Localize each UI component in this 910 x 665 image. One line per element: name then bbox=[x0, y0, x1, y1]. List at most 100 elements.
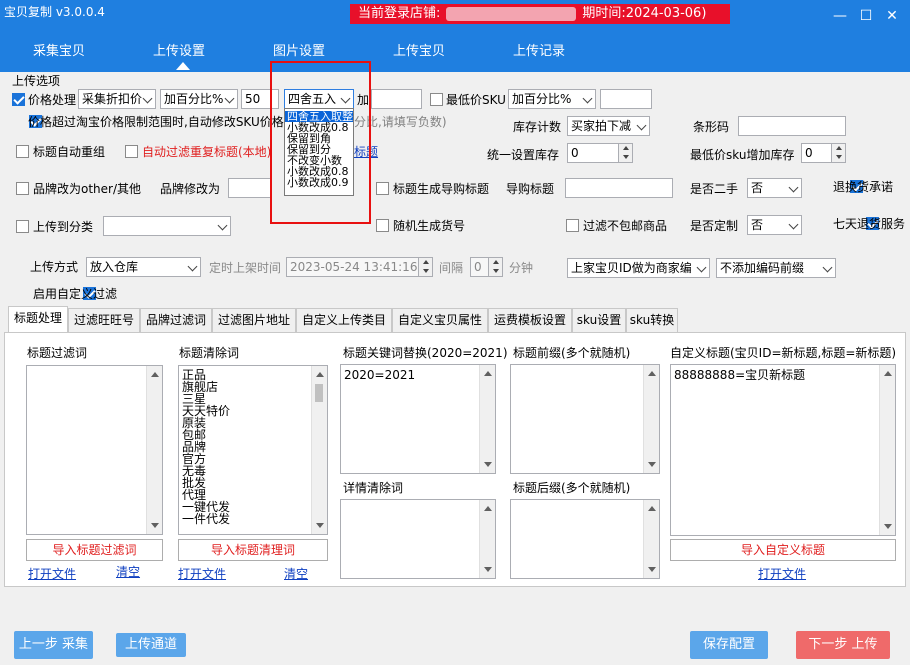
nav-tab-upload-settings[interactable]: 上传设置 bbox=[134, 40, 224, 64]
import-title-clear-button[interactable]: 导入标题清理词 bbox=[178, 539, 328, 561]
save-config-button[interactable]: 保存配置 bbox=[690, 631, 768, 659]
subtab-filter-image-url[interactable]: 过滤图片地址 bbox=[212, 308, 296, 332]
schedule-input[interactable]: 2023-05-24 13:41:16 bbox=[286, 257, 433, 277]
scrollbar[interactable] bbox=[879, 365, 895, 535]
spin-up-icon[interactable] bbox=[831, 144, 845, 153]
price-mode-select[interactable]: 采集折扣价 bbox=[78, 89, 156, 109]
next-step-upload-button[interactable]: 下一步 上传 bbox=[796, 631, 890, 659]
brand-input[interactable] bbox=[228, 178, 272, 198]
min-price-sku-stock-input[interactable]: 0 bbox=[801, 143, 846, 163]
upload-channel-button[interactable]: 上传通道 bbox=[116, 633, 186, 657]
nav-tab-collect[interactable]: 采集宝贝 bbox=[14, 40, 104, 64]
stock-count-select[interactable]: 买家拍下减 bbox=[567, 116, 650, 136]
scroll-down-icon[interactable] bbox=[484, 462, 492, 467]
title-filter-textarea[interactable] bbox=[26, 365, 163, 535]
title-gen-shopping-checkbox[interactable] bbox=[376, 182, 389, 195]
upload-category-checkbox[interactable] bbox=[16, 220, 29, 233]
detail-clear-textarea[interactable] bbox=[340, 499, 496, 579]
scroll-down-icon[interactable] bbox=[484, 567, 492, 572]
second-hand-select[interactable]: 否 bbox=[747, 178, 802, 198]
scroll-up-icon[interactable] bbox=[484, 371, 492, 376]
random-item-no-checkbox[interactable] bbox=[376, 219, 389, 232]
spin-up-icon[interactable] bbox=[618, 144, 632, 153]
title-filter-clear-link[interactable]: 清空 bbox=[116, 564, 140, 580]
subtab-freight-template[interactable]: 运费模板设置 bbox=[488, 308, 572, 332]
spin-down-icon[interactable] bbox=[488, 267, 502, 276]
subtab-brand-filter[interactable]: 品牌过滤词 bbox=[140, 308, 212, 332]
subtab-custom-attributes[interactable]: 自定义宝贝属性 bbox=[392, 308, 488, 332]
subtab-filter-wangwang[interactable]: 过滤旺旺号 bbox=[68, 308, 140, 332]
nav-tab-upload-items[interactable]: 上传宝贝 bbox=[374, 40, 464, 64]
title-filter-open-file-link[interactable]: 打开文件 bbox=[28, 566, 76, 582]
subtab-title-process[interactable]: 标题处理 bbox=[8, 306, 68, 333]
interval-input[interactable]: 0 bbox=[470, 257, 503, 277]
title-clear-open-file-link[interactable]: 打开文件 bbox=[178, 566, 226, 582]
minimize-icon[interactable]: — bbox=[830, 6, 850, 26]
barcode-input[interactable] bbox=[738, 116, 846, 136]
custom-title-open-file-link[interactable]: 打开文件 bbox=[758, 566, 806, 582]
price-process-checkbox[interactable] bbox=[12, 93, 25, 106]
chevron-down-icon bbox=[636, 120, 647, 131]
category-select[interactable] bbox=[103, 216, 231, 236]
scrollbar[interactable] bbox=[146, 366, 162, 534]
close-icon[interactable]: ✕ bbox=[882, 6, 902, 26]
keyword-replace-textarea[interactable]: 2020=2021 bbox=[340, 364, 496, 474]
merchant-code-select[interactable]: 上家宝贝ID做为商家编 bbox=[567, 258, 710, 278]
title-clear-clear-link[interactable]: 清空 bbox=[284, 566, 308, 582]
scroll-up-icon[interactable] bbox=[648, 371, 656, 376]
subtab-custom-category[interactable]: 自定义上传类目 bbox=[296, 308, 392, 332]
chevron-down-icon bbox=[217, 220, 228, 231]
code-prefix-select[interactable]: 不添加编码前缀 bbox=[716, 258, 836, 278]
scroll-up-icon[interactable] bbox=[151, 372, 159, 377]
scroll-up-icon[interactable] bbox=[884, 371, 892, 376]
scroll-down-icon[interactable] bbox=[648, 567, 656, 572]
spin-up-icon[interactable] bbox=[418, 258, 432, 267]
spin-down-icon[interactable] bbox=[831, 153, 845, 162]
scroll-down-icon[interactable] bbox=[316, 523, 324, 528]
title-clear-textarea[interactable]: 正品 旗舰店 三星 天天特价 原装 包邮 品牌 官方 无毒 批发 代理 一键代发… bbox=[178, 365, 328, 535]
login-banner: 当前登录店铺: 期时间:2024-03-06) bbox=[350, 4, 730, 24]
scrollbar[interactable] bbox=[643, 500, 659, 578]
title-bar: 宝贝复制 v3.0.0.4 当前登录店铺: 期时间:2024-03-06) — ☐… bbox=[0, 0, 910, 34]
custom-title-textarea[interactable]: 88888888=宝贝新标题 bbox=[670, 364, 896, 536]
spin-down-icon[interactable] bbox=[418, 267, 432, 276]
min-price-add-mode-select[interactable]: 加百分比% bbox=[508, 89, 596, 109]
prev-step-collect-button[interactable]: 上一步 采集 bbox=[14, 631, 93, 659]
scrollbar[interactable] bbox=[479, 500, 495, 578]
title-suffix-textarea[interactable] bbox=[510, 499, 660, 579]
spin-up-icon[interactable] bbox=[488, 258, 502, 267]
scroll-up-icon[interactable] bbox=[648, 506, 656, 511]
shopping-title-input[interactable] bbox=[565, 178, 673, 198]
min-price-sku-checkbox[interactable] bbox=[430, 93, 443, 106]
scroll-down-icon[interactable] bbox=[151, 523, 159, 528]
min-price-value-input[interactable] bbox=[600, 89, 652, 109]
scrollbar[interactable] bbox=[311, 366, 327, 534]
spin-down-icon[interactable] bbox=[618, 153, 632, 162]
detail-clear-label: 详情清除词 bbox=[343, 481, 404, 495]
price-add-mode-select[interactable]: 加百分比% bbox=[160, 89, 238, 109]
scroll-down-icon[interactable] bbox=[884, 524, 892, 529]
add-value-input[interactable] bbox=[371, 89, 422, 109]
import-title-filter-button[interactable]: 导入标题过滤词 bbox=[26, 539, 163, 561]
auto-filter-dup-checkbox[interactable] bbox=[125, 145, 138, 158]
nav-tab-upload-log[interactable]: 上传记录 bbox=[494, 40, 584, 64]
unify-stock-input[interactable]: 0 bbox=[567, 143, 633, 163]
subtab-sku-convert[interactable]: sku转换 bbox=[626, 308, 678, 332]
title-suffix-label: 标题后缀(多个就随机) bbox=[513, 481, 631, 495]
scrollbar[interactable] bbox=[479, 365, 495, 473]
scroll-down-icon[interactable] bbox=[648, 462, 656, 467]
scroll-up-icon[interactable] bbox=[484, 506, 492, 511]
scroll-thumb[interactable] bbox=[315, 384, 323, 402]
filter-no-free-ship-checkbox[interactable] bbox=[566, 219, 579, 232]
import-custom-title-button[interactable]: 导入自定义标题 bbox=[670, 539, 896, 561]
title-regroup-checkbox[interactable] bbox=[16, 145, 29, 158]
subtab-sku-settings[interactable]: sku设置 bbox=[572, 308, 626, 332]
brand-other-checkbox[interactable] bbox=[16, 182, 29, 195]
scroll-up-icon[interactable] bbox=[316, 372, 324, 377]
title-prefix-textarea[interactable] bbox=[510, 364, 660, 474]
upload-method-select[interactable]: 放入仓库 bbox=[86, 257, 201, 277]
scrollbar[interactable] bbox=[643, 365, 659, 473]
price-add-mode-value: 加百分比% bbox=[164, 92, 224, 106]
custom-made-select[interactable]: 否 bbox=[747, 215, 802, 235]
maximize-icon[interactable]: ☐ bbox=[856, 6, 876, 26]
